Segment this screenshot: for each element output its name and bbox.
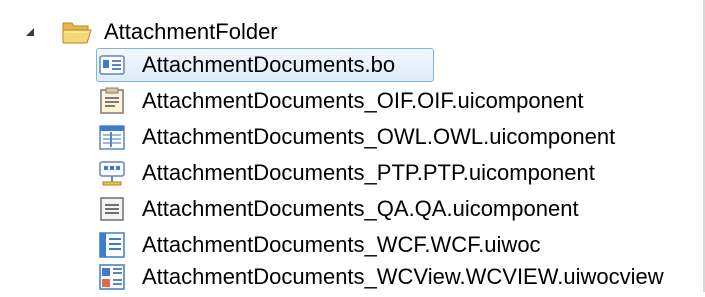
item-label: AttachmentDocuments_WCF.WCF.uiwoc	[142, 232, 541, 257]
tree-node-oif[interactable]: AttachmentDocuments_OIF.OIF.uicomponent	[98, 82, 583, 120]
expand-collapse-triangle-icon[interactable]	[26, 28, 34, 36]
folder-label: AttachmentFolder	[104, 19, 278, 44]
tree-node-wcview[interactable]: AttachmentDocuments_WCView.WCVIEW.uiwocv…	[98, 258, 664, 296]
ptp-component-icon	[98, 159, 126, 187]
item-label: AttachmentDocuments.bo	[142, 52, 396, 77]
tree-node-qa[interactable]: AttachmentDocuments_QA.QA.uicomponent	[98, 190, 579, 228]
item-label: AttachmentDocuments_OWL.OWL.uicomponent	[142, 124, 616, 149]
wcf-uiwoc-icon	[98, 231, 126, 259]
solution-tree: AttachmentFolder AttachmentDocuments.bo	[0, 0, 705, 292]
qa-component-icon	[98, 195, 126, 223]
folder-open-icon	[62, 19, 92, 45]
oif-component-icon	[98, 87, 126, 115]
tree-node-bo[interactable]: AttachmentDocuments.bo	[98, 46, 395, 84]
item-label: AttachmentDocuments_PTP.PTP.uicomponent	[142, 160, 595, 185]
business-object-icon	[98, 51, 126, 79]
tree-node-ptp[interactable]: AttachmentDocuments_PTP.PTP.uicomponent	[98, 154, 595, 192]
item-label: AttachmentDocuments_OIF.OIF.uicomponent	[142, 88, 584, 113]
wcview-uiwocview-icon	[98, 263, 126, 291]
tree-node-owl[interactable]: AttachmentDocuments_OWL.OWL.uicomponent	[98, 118, 615, 156]
owl-component-icon	[98, 123, 126, 151]
item-label: AttachmentDocuments_QA.QA.uicomponent	[142, 196, 579, 221]
item-label: AttachmentDocuments_WCView.WCVIEW.uiwocv…	[142, 264, 664, 289]
